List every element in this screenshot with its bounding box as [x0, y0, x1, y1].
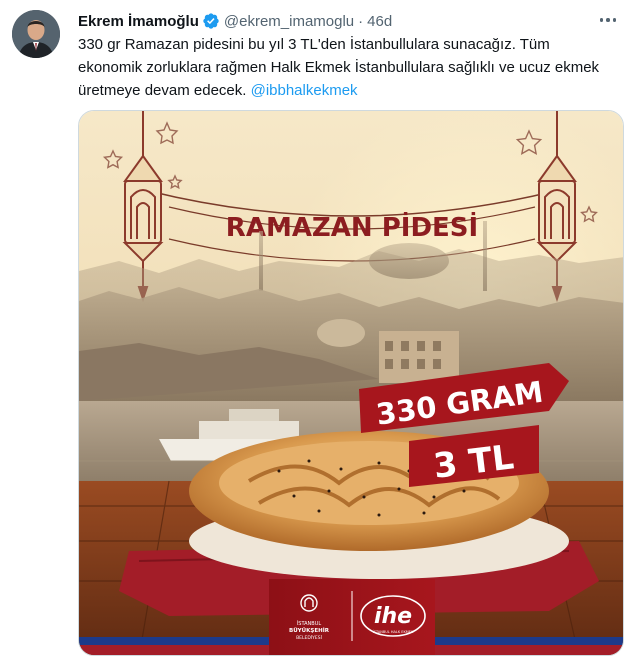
author-name[interactable]: Ekrem İmamoğlu	[78, 13, 199, 30]
tweet[interactable]: Ekrem İmamoğlu @ekrem_imamoglu · 46d 330…	[0, 0, 640, 670]
banner-title: RAMAZAN PİDESİ	[226, 211, 478, 243]
ihe-logo-text: ihe	[374, 604, 412, 629]
avatar[interactable]	[12, 10, 60, 58]
ibb-line2: BÜYÜKŞEHİR	[289, 627, 330, 634]
ihe-logo-sub: İSTANBUL HALK EKMEK	[373, 629, 414, 634]
logo-box: İSTANBUL BÜYÜKŞEHİR BELEDİYESİ ihe İSTAN…	[269, 579, 435, 655]
mention-link[interactable]: @ibbhalkekmek	[251, 82, 358, 99]
avatar-portrait	[12, 10, 60, 58]
more-options-icon[interactable]	[594, 10, 622, 30]
verified-badge-icon	[203, 13, 219, 29]
author-handle[interactable]: @ekrem_imamoglu	[224, 13, 354, 30]
tweet-image[interactable]: RAMAZAN PİDESİ 330 GRAM 3 TL İSTANBUL BÜ…	[78, 110, 624, 656]
ibb-line3: BELEDİYESİ	[296, 634, 322, 641]
ramazan-pidesi-poster: RAMAZAN PİDESİ 330 GRAM 3 TL İSTANBUL BÜ…	[79, 111, 623, 655]
separator-dot: ·	[358, 12, 364, 30]
tweet-timestamp[interactable]: 46d	[367, 13, 392, 30]
tweet-header: Ekrem İmamoğlu @ekrem_imamoglu · 46d	[78, 10, 392, 32]
tweet-text: 330 gr Ramazan pidesini bu yıl 3 TL'den …	[78, 33, 608, 102]
ibb-line1: İSTANBUL	[297, 620, 322, 627]
